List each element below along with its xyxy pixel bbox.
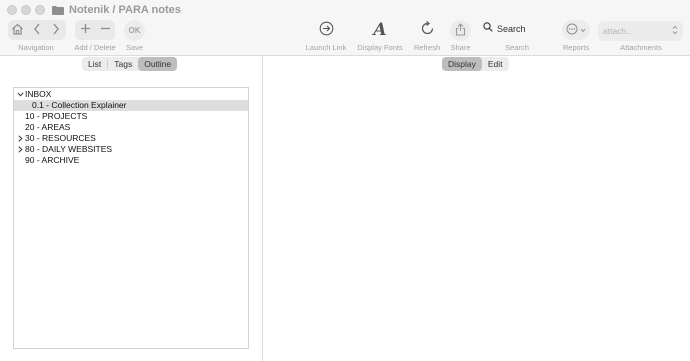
outline-row-label: 30 - RESOURCES (25, 133, 96, 143)
save-button[interactable]: OK (124, 20, 145, 41)
ellipsis-circle-icon (566, 23, 578, 38)
zoom-window-button[interactable] (35, 5, 45, 15)
share-button[interactable] (450, 20, 471, 41)
outline-row-daily-websites[interactable]: 80 - DAILY WEBSITES (14, 144, 248, 155)
launch-link-label: Launch Link (305, 43, 347, 52)
tab-outline[interactable]: Outline (138, 57, 178, 71)
window-title-area: Notenik / PARA notes (52, 3, 181, 17)
attachments-placeholder: attach... (603, 26, 634, 36)
back-button[interactable] (27, 20, 46, 40)
share-icon (455, 22, 466, 39)
magnifier-icon (483, 22, 493, 35)
add-note-button[interactable] (75, 20, 95, 40)
folder-icon (52, 5, 64, 15)
outline-row-archive[interactable]: 90 - ARCHIVE (14, 155, 248, 166)
ok-text: OK (128, 26, 141, 35)
outline-row-resources[interactable]: 30 - RESOURCES (14, 133, 248, 144)
disclosure-expanded-icon[interactable] (15, 89, 25, 100)
disclosure-collapsed-icon[interactable] (15, 144, 25, 155)
save-label: Save (125, 43, 144, 52)
outline-row-areas[interactable]: 20 - AREAS (14, 122, 248, 133)
right-tab-bar: Display Edit (442, 57, 509, 71)
left-tab-bar: List Tags Outline (82, 57, 178, 71)
reports-label: Reports (562, 43, 590, 52)
navigation-control (8, 20, 66, 40)
add-delete-control (75, 20, 115, 40)
outline-row-label: INBOX (25, 89, 52, 99)
forward-button[interactable] (46, 20, 65, 40)
app-window: Notenik / PARA notes Navigation Add / De… (0, 0, 690, 361)
home-button[interactable] (8, 20, 27, 40)
tab-tags[interactable]: Tags (108, 57, 138, 71)
search-button-text: Search (497, 23, 526, 34)
outline-row-label: 0.1 - Collection Explainer (32, 100, 127, 110)
outline-view[interactable]: INBOX 0.1 - Collection Explainer 10 - PR… (13, 87, 249, 349)
attachments-label: Attachments (620, 43, 662, 52)
toolbar: Notenik / PARA notes Navigation Add / De… (0, 0, 690, 56)
outline-row-label: 90 - ARCHIVE (25, 155, 80, 165)
outline-row-projects[interactable]: 10 - PROJECTS (14, 111, 248, 122)
tab-edit[interactable]: Edit (482, 57, 509, 71)
close-window-button[interactable] (7, 5, 17, 15)
minus-icon (100, 23, 111, 37)
add-delete-label: Add / Delete (74, 43, 116, 52)
outline-row-inbox[interactable]: INBOX (14, 89, 248, 100)
home-icon (11, 23, 24, 38)
tab-list[interactable]: List (82, 57, 107, 71)
outline-row-label: 10 - PROJECTS (25, 111, 88, 121)
display-fonts-button[interactable]: A (370, 20, 390, 40)
up-down-chevron-icon (672, 25, 678, 38)
outline-row-label: 20 - AREAS (25, 122, 71, 132)
tab-display[interactable]: Display (442, 57, 482, 71)
navigation-label: Navigation (18, 43, 54, 52)
search-button[interactable]: Search (483, 22, 526, 35)
search-label: Search (505, 43, 529, 52)
reports-button[interactable] (562, 20, 590, 40)
share-label: Share (450, 43, 471, 52)
refresh-button[interactable] (417, 20, 437, 40)
launch-link-button[interactable] (316, 20, 336, 40)
disclosure-collapsed-icon[interactable] (15, 133, 25, 144)
chevron-down-icon (580, 24, 586, 36)
refresh-icon (420, 21, 435, 39)
font-a-icon: A (373, 20, 387, 40)
minimize-window-button[interactable] (21, 5, 31, 15)
refresh-label: Refresh (413, 43, 441, 52)
display-fonts-label: Display Fonts (357, 43, 403, 52)
attachments-popup[interactable]: attach... (598, 21, 683, 41)
outline-row-collection-explainer[interactable]: 0.1 - Collection Explainer (14, 100, 248, 111)
delete-note-button[interactable] (95, 20, 115, 40)
outline-row-label: 80 - DAILY WEBSITES (25, 144, 113, 154)
arrow-circle-icon (319, 21, 334, 39)
plus-icon (80, 23, 91, 37)
chevron-right-icon (52, 23, 60, 38)
window-title: Notenik / PARA notes (69, 4, 181, 16)
chevron-left-icon (33, 23, 41, 38)
note-display-area[interactable] (263, 73, 690, 361)
